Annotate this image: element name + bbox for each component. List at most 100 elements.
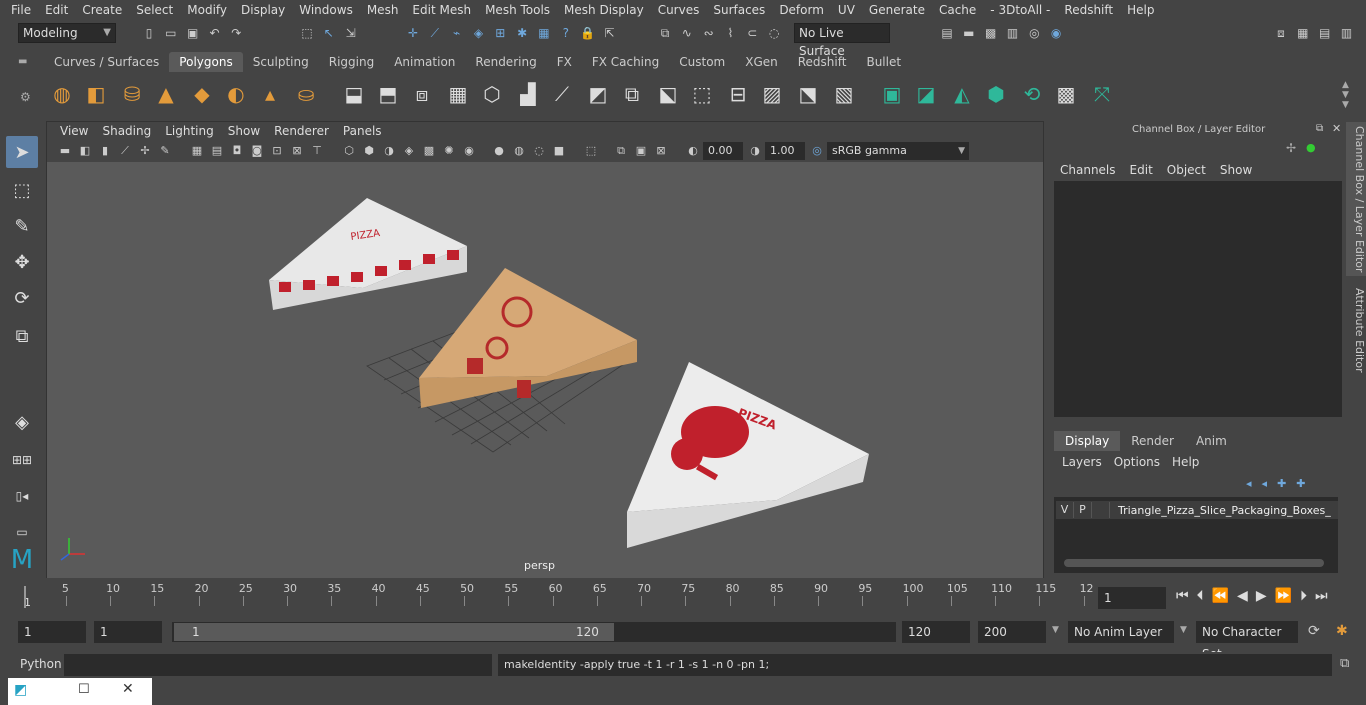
layer-menu-layers[interactable]: Layers xyxy=(1058,455,1110,469)
snap-surface-icon[interactable]: ⊞ xyxy=(491,24,509,42)
anim-layer-dropdown[interactable]: No Anim Layer xyxy=(1068,621,1174,643)
snap-point-icon[interactable]: ⌁ xyxy=(448,24,466,42)
viewport-menu-view[interactable]: View xyxy=(53,124,95,138)
new-layer-selected-icon[interactable]: ✚ xyxy=(1296,477,1315,490)
move-layer-down-icon[interactable]: ◂ xyxy=(1262,477,1278,490)
move-tool-icon[interactable]: ✥ xyxy=(6,246,38,278)
close-icon[interactable]: ✕ xyxy=(1332,122,1341,135)
shelf-tab-rigging[interactable]: Rigging xyxy=(319,52,384,72)
lasso-3-icon[interactable]: ⌇ xyxy=(721,24,739,42)
select-object-icon[interactable]: ↖ xyxy=(320,24,338,42)
mode-dropdown[interactable]: Modeling ▼ xyxy=(18,23,116,43)
menu-uv[interactable]: UV xyxy=(831,3,862,17)
layer-tab-display[interactable]: Display xyxy=(1054,431,1121,451)
menu-mesh[interactable]: Mesh xyxy=(360,3,406,17)
channel-menu-object[interactable]: Object xyxy=(1163,163,1216,177)
move-layer-up-icon[interactable]: ◂ xyxy=(1246,477,1262,490)
lock-icon[interactable]: 🔒 xyxy=(579,24,597,42)
film-gate-icon[interactable]: ▤ xyxy=(209,143,225,159)
menu-select[interactable]: Select xyxy=(129,3,180,17)
manip-icon[interactable]: ✢ xyxy=(1286,141,1296,155)
channel-list[interactable] xyxy=(1054,181,1342,417)
open-scene-icon[interactable]: ▭ xyxy=(162,24,180,42)
shelf-tab-polygons[interactable]: Polygons xyxy=(169,52,243,72)
new-scene-icon[interactable]: ▯ xyxy=(140,24,158,42)
poly-pyramid-icon[interactable]: ▴ xyxy=(256,80,284,108)
uv-sew-icon[interactable]: ◭ xyxy=(948,80,976,108)
step-forward-key-icon[interactable]: ⏩ xyxy=(1275,588,1300,604)
viewport-menu-lighting[interactable]: Lighting xyxy=(158,124,221,138)
menu-display[interactable]: Display xyxy=(234,3,292,17)
automatic-map-icon[interactable]: ▧ xyxy=(830,80,858,108)
menu-curves[interactable]: Curves xyxy=(651,3,707,17)
maya-app-icon[interactable]: ◩ xyxy=(14,682,27,698)
shelf-tab-redshift[interactable]: Redshift xyxy=(788,52,857,72)
render-view-icon[interactable]: ▥ xyxy=(1003,24,1021,42)
grid-icon[interactable]: ▦ xyxy=(189,143,205,159)
smooth-icon[interactable]: ▦ xyxy=(444,80,472,108)
multi-cut-icon[interactable]: ◩ xyxy=(584,80,612,108)
append-icon[interactable]: ⬕ xyxy=(654,80,682,108)
channel-menu-edit[interactable]: Edit xyxy=(1126,163,1163,177)
ambient-occlusion-icon[interactable]: ● xyxy=(491,143,507,159)
step-back-key-icon[interactable]: ⏪ xyxy=(1212,588,1237,604)
layer-menu-help[interactable]: Help xyxy=(1168,455,1207,469)
current-time-marker[interactable] xyxy=(24,586,26,608)
scale-tool-icon[interactable]: ⧉ xyxy=(6,320,38,352)
live-surface-field[interactable]: No Live Surface xyxy=(794,23,890,58)
script-editor-icon[interactable]: ⧉ xyxy=(1340,656,1349,671)
poly-cone-icon[interactable]: ▲ xyxy=(152,80,180,108)
gear-icon[interactable]: ⚙ xyxy=(20,90,31,104)
color-space-dropdown[interactable]: sRGB gamma ▼ xyxy=(827,142,969,160)
planar-map-icon[interactable]: ⬔ xyxy=(794,80,822,108)
layout-2-icon[interactable]: ▤ xyxy=(1316,24,1334,42)
separate-icon[interactable]: ⬒ xyxy=(374,80,402,108)
bridge-icon[interactable]: ⟋ xyxy=(548,80,576,108)
channel-menu-channels[interactable]: Channels xyxy=(1056,163,1126,177)
float-icon[interactable]: ⧉ xyxy=(1316,123,1323,134)
exposure-field[interactable]: 0.00 xyxy=(703,142,743,160)
time-slider[interactable]: 1 5 10 15 20 25 30 35 40 45 50 55 60 65 70 75 80 85 90 95 1… xyxy=(18,580,1094,612)
shelf-tab-bullet[interactable]: Bullet xyxy=(856,52,911,72)
single-view-icon[interactable]: ◈ xyxy=(6,406,38,438)
lasso-2-icon[interactable]: ∾ xyxy=(700,24,718,42)
lights-icon[interactable]: ✺ xyxy=(441,143,457,159)
snap-grid-icon[interactable]: ✛ xyxy=(404,24,422,42)
textured-icon[interactable]: ◈ xyxy=(401,143,417,159)
menu-edit[interactable]: Edit xyxy=(38,3,75,17)
snap-view-icon[interactable]: ◈ xyxy=(469,24,487,42)
help-icon[interactable]: ? xyxy=(557,24,575,42)
uv-cut-icon[interactable]: ◪ xyxy=(912,80,940,108)
poly-cylinder-icon[interactable]: ⛁ xyxy=(118,80,146,108)
select-component-icon[interactable]: ⇲ xyxy=(342,24,360,42)
script-language-label[interactable]: Python xyxy=(20,657,62,671)
menu-3dtoall[interactable]: - 3DtoAll - xyxy=(983,3,1057,17)
menu-file[interactable]: File xyxy=(4,3,38,17)
extract-icon[interactable]: ⧈ xyxy=(408,80,436,108)
motion-blur-icon[interactable]: ◍ xyxy=(511,143,527,159)
menu-create[interactable]: Create xyxy=(75,3,129,17)
step-forward-icon[interactable]: ⏵ xyxy=(1300,588,1315,604)
poly-pipe-icon[interactable]: ⛀ xyxy=(292,80,320,108)
layout-icon[interactable]: ▦ xyxy=(1294,24,1312,42)
new-layer-icon[interactable]: ✚ xyxy=(1277,477,1296,490)
menu-windows[interactable]: Windows xyxy=(292,3,360,17)
layer-tab-anim[interactable]: Anim xyxy=(1185,431,1238,451)
image-plane-icon[interactable]: ⟋ xyxy=(117,143,133,159)
layer-row[interactable]: V P Triangle_Pizza_Slice_Packaging_Boxes… xyxy=(1056,501,1338,519)
paint-select-icon[interactable]: ✎ xyxy=(6,210,38,242)
color-management-icon[interactable]: ◎ xyxy=(809,143,825,159)
chevron-down-icon[interactable]: ▼ xyxy=(1052,625,1059,635)
smooth-shade-icon[interactable]: ⬢ xyxy=(361,143,377,159)
bookmark-icon[interactable]: ▮ xyxy=(97,143,113,159)
attribute-editor-side-tab[interactable]: Attribute Editor xyxy=(1346,282,1366,378)
symmetry-icon[interactable]: ⧉ xyxy=(656,24,674,42)
go-to-start-icon[interactable]: ⏮ xyxy=(1176,588,1197,604)
shelf-tab-fx-caching[interactable]: FX Caching xyxy=(582,52,669,72)
camera-select-icon[interactable]: ▬ xyxy=(57,143,73,159)
lasso-tool-icon[interactable]: ⬚ xyxy=(6,174,38,206)
play-back-icon[interactable]: ◀ xyxy=(1237,588,1256,604)
safe-action-icon[interactable]: ⊠ xyxy=(289,143,305,159)
isolate-select-icon[interactable]: ⬚ xyxy=(583,143,599,159)
uv-unfold-icon[interactable]: ⬢ xyxy=(982,80,1010,108)
